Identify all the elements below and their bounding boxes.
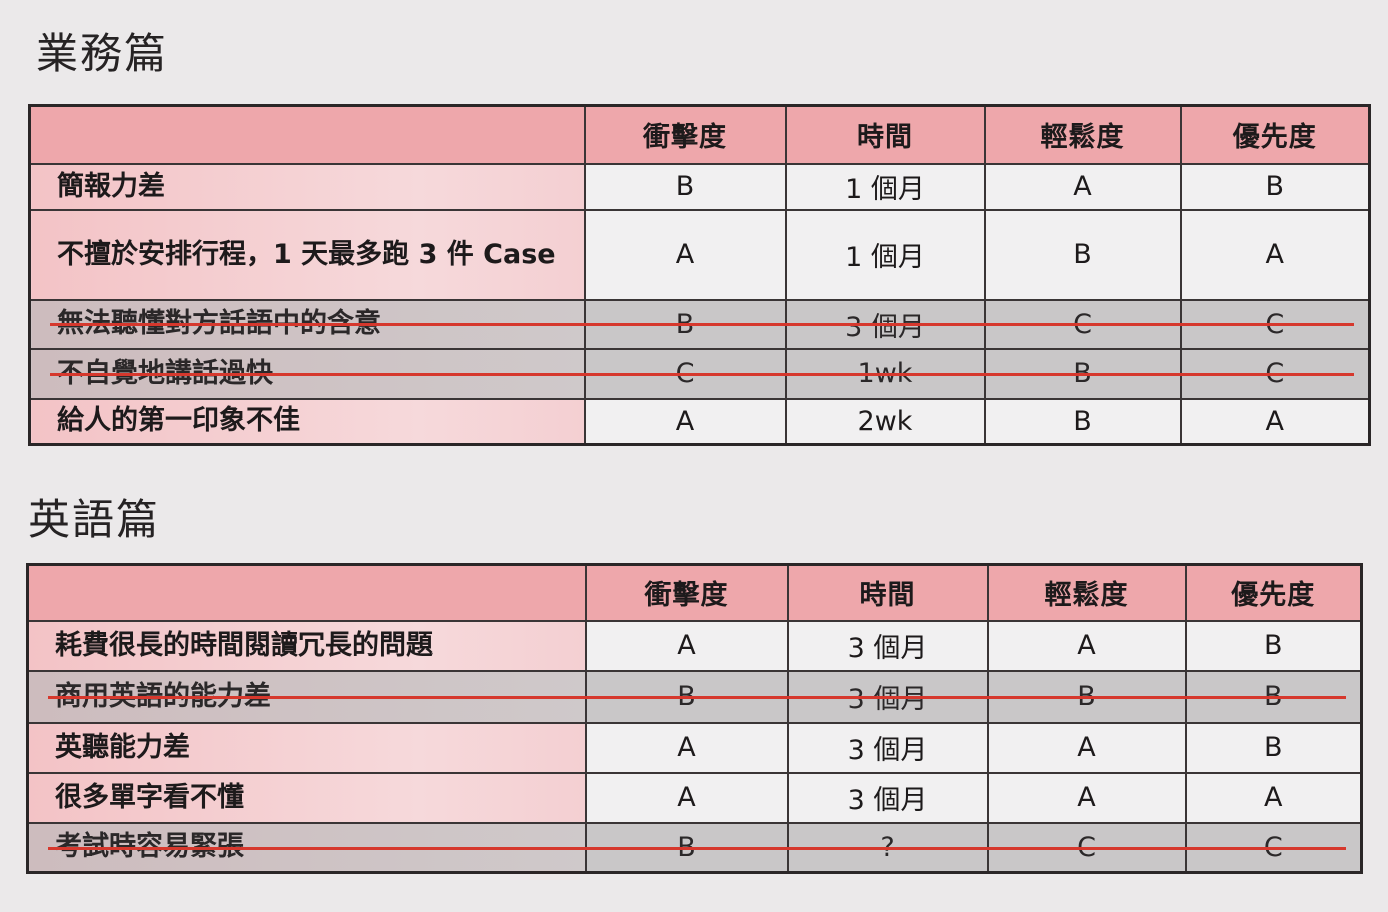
row-priority: B (1184, 619, 1363, 672)
table-row: 耗費很長的時間閱讀冗長的問題 A 3 個月 A B (26, 619, 1363, 672)
row-item: 給人的第一印象不佳 (28, 397, 586, 446)
row-item: 商用英語的能力差 (26, 669, 587, 724)
table-header-row: 衝擊度 時間 輕鬆度 優先度 (26, 563, 1363, 622)
row-item: 很多單字看不懂 (26, 771, 587, 824)
row-impact: A (583, 208, 787, 301)
row-item: 無法聽懂對方話語中的含意 (28, 298, 586, 350)
row-ease: C (986, 821, 1187, 874)
row-priority: C (1184, 821, 1363, 874)
row-ease: A (986, 721, 1187, 774)
header-item (26, 563, 587, 622)
header-item (28, 104, 586, 165)
header-impact: 衝擊度 (584, 563, 789, 622)
row-time: 3 個月 (784, 298, 986, 350)
business-table: 衝擊度 時間 輕鬆度 優先度 簡報力差 B 1 個月 A B 不擅於安排行程，1… (28, 104, 1371, 446)
row-time: 1 個月 (784, 208, 986, 301)
row-time: 1wk (784, 347, 986, 400)
header-priority: 優先度 (1179, 104, 1371, 165)
table-row: 給人的第一印象不佳 A 2wk B A (28, 397, 1371, 446)
row-ease: A (986, 619, 1187, 672)
row-impact: A (584, 619, 789, 672)
table-row: 很多單字看不懂 A 3 個月 A A (26, 771, 1363, 824)
row-impact: B (584, 669, 789, 724)
section-title-english: 英語篇 (28, 495, 161, 544)
row-impact: A (584, 771, 789, 824)
row-time: 3 個月 (786, 619, 989, 672)
table-row-struck: 不自覺地講話過快 C 1wk B C (28, 347, 1371, 400)
table-row: 簡報力差 B 1 個月 A B (28, 162, 1371, 211)
header-impact: 衝擊度 (583, 104, 787, 165)
header-ease: 輕鬆度 (983, 104, 1182, 165)
table-row: 不擅於安排行程，1 天最多跑 3 件 Case A 1 個月 B A (28, 208, 1371, 301)
table-row-struck: 商用英語的能力差 B 3 個月 B B (26, 669, 1363, 724)
row-priority: B (1179, 162, 1371, 211)
row-impact: C (583, 347, 787, 400)
table-row: 英聽能力差 A 3 個月 A B (26, 721, 1363, 774)
header-time: 時間 (784, 104, 986, 165)
row-item: 英聽能力差 (26, 721, 587, 774)
row-time: 3 個月 (786, 771, 989, 824)
row-item: 不擅於安排行程，1 天最多跑 3 件 Case (28, 208, 586, 301)
row-ease: B (983, 397, 1182, 446)
section-title-business: 業務篇 (36, 29, 169, 78)
row-priority: C (1179, 347, 1371, 400)
table-row-struck: 考試時容易緊張 B ? C C (26, 821, 1363, 874)
header-time: 時間 (786, 563, 989, 622)
row-time: 3 個月 (786, 721, 989, 774)
header-ease: 輕鬆度 (986, 563, 1187, 622)
row-item: 不自覺地講話過快 (28, 347, 586, 400)
row-priority: B (1184, 721, 1363, 774)
row-ease: B (983, 347, 1182, 400)
row-priority: A (1179, 397, 1371, 446)
row-ease: A (986, 771, 1187, 824)
row-impact: B (584, 821, 789, 874)
row-time: ? (786, 821, 989, 874)
row-ease: B (983, 208, 1182, 301)
row-impact: A (583, 397, 787, 446)
row-time: 2wk (784, 397, 986, 446)
row-priority: B (1184, 669, 1363, 724)
table-header-row: 衝擊度 時間 輕鬆度 優先度 (28, 104, 1371, 165)
row-ease: A (983, 162, 1182, 211)
row-time: 3 個月 (786, 669, 989, 724)
row-priority: C (1179, 298, 1371, 350)
header-priority: 優先度 (1184, 563, 1363, 622)
row-impact: A (584, 721, 789, 774)
row-priority: A (1184, 771, 1363, 824)
row-impact: B (583, 298, 787, 350)
row-time: 1 個月 (784, 162, 986, 211)
english-table: 衝擊度 時間 輕鬆度 優先度 耗費很長的時間閱讀冗長的問題 A 3 個月 A B… (26, 563, 1363, 874)
table-row-struck: 無法聽懂對方話語中的含意 B 3 個月 C C (28, 298, 1371, 350)
row-impact: B (583, 162, 787, 211)
row-ease: B (986, 669, 1187, 724)
row-ease: C (983, 298, 1182, 350)
row-priority: A (1179, 208, 1371, 301)
row-item: 耗費很長的時間閱讀冗長的問題 (26, 619, 587, 672)
row-item: 簡報力差 (28, 162, 586, 211)
row-item: 考試時容易緊張 (26, 821, 587, 874)
